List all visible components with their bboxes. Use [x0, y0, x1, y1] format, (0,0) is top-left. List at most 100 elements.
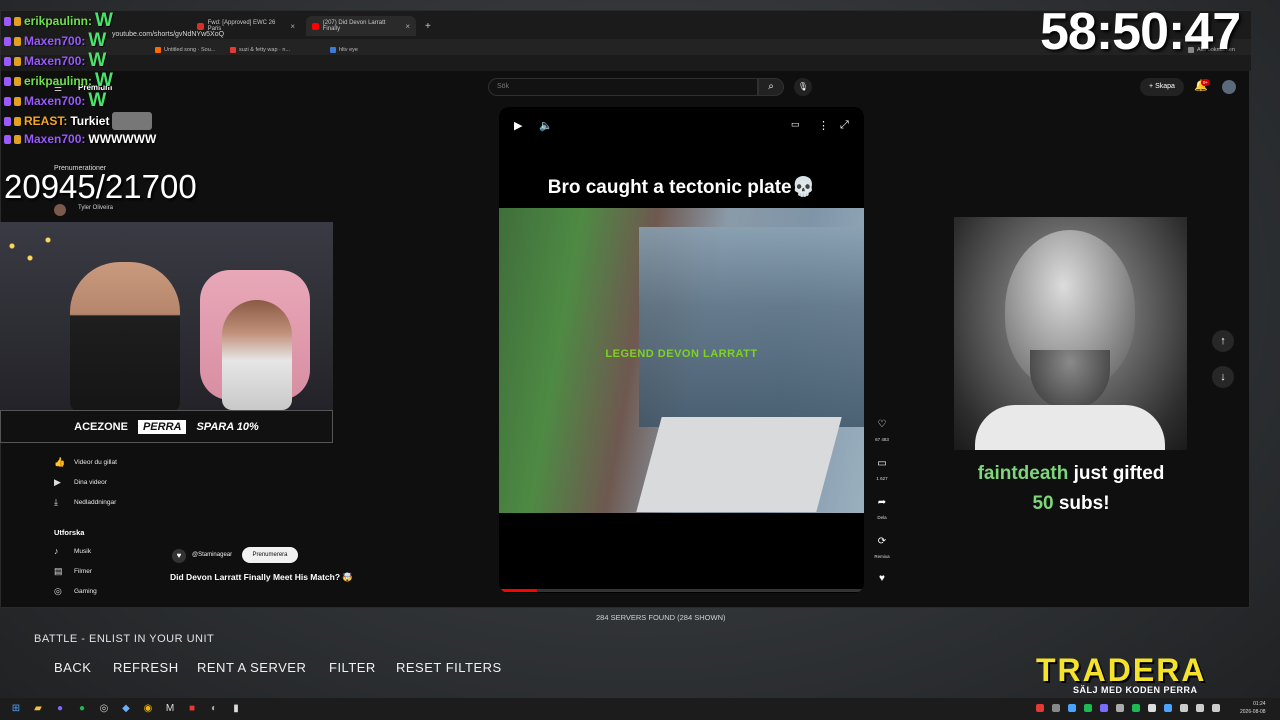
channel-avatar[interactable]: ♥ — [172, 549, 186, 563]
sidebar-item-label: Videor du gillat — [74, 459, 117, 466]
app-icon[interactable]: ■ — [185, 702, 199, 716]
badge-icon — [4, 76, 11, 86]
like-button[interactable]: ♡ 67 483 — [872, 416, 892, 442]
tray-icon[interactable] — [1180, 704, 1188, 712]
windows-start-icon[interactable]: ⊞ — [9, 702, 23, 716]
sidebar-item-liked[interactable]: 👍 Videor du gillat — [54, 457, 117, 468]
more-icon[interactable]: ⋮ — [818, 119, 829, 132]
fullscreen-icon[interactable]: ⤢ — [840, 119, 849, 132]
chat-text: Turkiet — [70, 114, 110, 128]
subscribe-button[interactable]: Prenumerera — [242, 547, 298, 563]
chat-message: erikpaulinn: W — [4, 70, 113, 92]
channel-logo-icon: ♥ — [879, 573, 885, 584]
sidebar-item-label: Filmer — [74, 568, 93, 575]
account-avatar[interactable] — [1222, 80, 1236, 94]
tray-icon[interactable] — [1036, 704, 1044, 712]
progress-bar[interactable] — [499, 589, 864, 592]
url-text[interactable]: youtube.com/shorts/gvNdNYw5XoQ — [112, 31, 224, 38]
system-clock[interactable]: 01:24 2026-08-08 — [1240, 700, 1266, 716]
create-button[interactable]: + Skapa — [1140, 78, 1184, 96]
channel-logo-button[interactable]: ♥ — [872, 570, 892, 588]
arrow-up-icon[interactable]: ↑ — [1212, 330, 1234, 352]
notification-badge: 9+ — [1201, 79, 1211, 86]
tray-icon[interactable] — [1068, 704, 1076, 712]
share-button[interactable]: ➦ Dela — [872, 494, 892, 520]
badge-icon — [14, 16, 21, 26]
folder-icon[interactable]: ▰ — [31, 702, 45, 716]
volume-icon[interactable] — [1212, 704, 1220, 712]
sidebar-item-label: Gaming — [74, 588, 97, 595]
sidebar-item-your-videos[interactable]: ▶ Dina videor — [54, 477, 107, 488]
tray-icon[interactable] — [1116, 704, 1124, 712]
chrome-icon[interactable]: ◉ — [141, 702, 155, 716]
bookmark-2[interactable]: suzi & fetty wap · n... — [230, 47, 290, 53]
comment-button[interactable]: ▭ 1 627 — [872, 455, 892, 481]
sidebar-item-gaming[interactable]: ◎ Gaming — [54, 586, 97, 597]
filter-button[interactable]: FILTER — [329, 660, 376, 675]
voice-search-button[interactable]: 🎙 — [794, 78, 812, 96]
sub-goal-counter: 20945/21700 — [4, 168, 197, 205]
captions-icon[interactable]: ▭ — [791, 119, 800, 130]
short-title[interactable]: Did Devon Larratt Finally Meet His Match… — [170, 572, 353, 583]
chat-text: W — [88, 30, 107, 51]
bookmark-1[interactable]: Untitled song · Sou... — [155, 47, 215, 53]
sidebar-item-downloads[interactable]: ⤓ Nedladdningar — [54, 497, 116, 508]
tray-icon[interactable] — [1084, 704, 1092, 712]
remix-button[interactable]: ⟳ Remixa — [872, 533, 892, 559]
refresh-button[interactable]: REFRESH — [113, 660, 179, 675]
channel-name[interactable]: @Staminagear — [192, 552, 232, 558]
chat-text: W — [95, 70, 113, 91]
close-tab-icon[interactable]: × — [405, 22, 410, 31]
discord-icon[interactable]: ● — [53, 702, 67, 716]
tray-icon[interactable] — [1052, 704, 1060, 712]
new-tab-button[interactable]: + — [419, 16, 437, 36]
sidebar-item-films[interactable]: ▤ Filmer — [54, 566, 92, 577]
progress-fill — [499, 589, 537, 592]
close-tab-icon[interactable]: × — [290, 22, 295, 31]
obs-icon[interactable]: ◐ — [207, 702, 221, 716]
chat-user: Maxen700: — [24, 54, 86, 68]
bookmark-3[interactable]: hltv eye — [330, 47, 358, 53]
film-icon: ▤ — [54, 566, 63, 576]
play-icon[interactable]: ▶ — [514, 119, 522, 132]
tray-icon[interactable] — [1164, 704, 1172, 712]
shorts-player[interactable]: Bro caught a tectonic plate💀 LEGEND DEVO… — [499, 107, 864, 593]
code-badge: PERRA — [137, 419, 187, 434]
reset-filters-button[interactable]: RESET FILTERS — [396, 660, 502, 675]
chat-text: W — [88, 50, 107, 71]
explore-header: Utforska — [54, 528, 85, 537]
volume-icon[interactable]: 🔈 — [539, 119, 553, 132]
spotify-icon[interactable]: ● — [75, 702, 89, 716]
search-input[interactable]: Sök — [488, 78, 758, 96]
chat-user: REAST: — [24, 114, 68, 128]
rent-server-button[interactable]: RENT A SERVER — [197, 660, 306, 675]
bookmark-label: hltv eye — [339, 47, 358, 53]
tray-icon[interactable] — [1148, 704, 1156, 712]
tab-youtube-active[interactable]: (207) Did Devon Larratt Finally × — [306, 16, 416, 36]
badge-icon — [14, 36, 21, 46]
clock-time: 01:24 — [1253, 701, 1266, 707]
youtube-icon — [312, 22, 319, 30]
app-icon[interactable]: ▮ — [229, 702, 243, 716]
arrow-down-icon[interactable]: ↓ — [1212, 366, 1234, 388]
back-button[interactable]: BACK — [54, 660, 91, 675]
gift-alert-text: faintdeath just gifted — [940, 463, 1202, 485]
app-icon[interactable]: ◆ — [119, 702, 133, 716]
sidebar-item-music[interactable]: ♪ Musik — [54, 546, 91, 556]
search-button[interactable]: ⌕ — [758, 78, 784, 96]
wifi-icon[interactable] — [1196, 704, 1204, 712]
chat-text: W — [95, 10, 113, 31]
tray-icon[interactable] — [1132, 704, 1140, 712]
bookmark-icon — [155, 47, 161, 53]
tray-icon[interactable] — [1100, 704, 1108, 712]
steam-icon[interactable]: ◎ — [97, 702, 111, 716]
badge-icon — [4, 134, 11, 144]
badge-icon — [14, 76, 21, 86]
heart-icon: ♡ — [877, 419, 887, 430]
chat-text: WWWWWW — [88, 132, 157, 146]
comment-icon: ▭ — [877, 458, 887, 469]
chat-user: Maxen700: — [24, 34, 86, 48]
app-icon[interactable]: M — [163, 702, 177, 716]
servers-found-text: 284 SERVERS FOUND (284 SHOWN) — [596, 613, 726, 622]
download-icon: ⤓ — [54, 497, 58, 507]
